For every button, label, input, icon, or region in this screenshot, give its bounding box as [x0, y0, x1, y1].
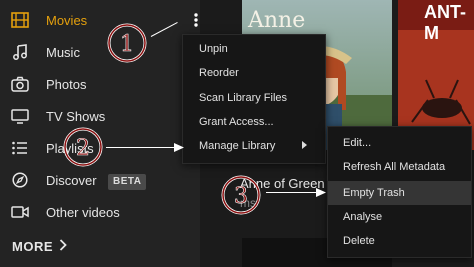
sidebar-item-label: Photos [46, 76, 87, 92]
annotation-step-1-label: 1 [120, 32, 134, 57]
menu-item-grant-access[interactable]: Grant Access... [183, 110, 325, 134]
menu-item-reorder[interactable]: Reorder [183, 61, 325, 85]
menu-item-label: Scan Library Files [199, 92, 288, 104]
sidebar-item-label: TV Shows [46, 108, 106, 124]
annotation-step-3-label: 3 [234, 184, 248, 209]
menu-item-label: Refresh All Metadata [343, 161, 446, 173]
poster-title: ANT-M [424, 2, 466, 43]
sidebar-item-label: Movies [46, 12, 88, 28]
arrowhead-icon [316, 188, 326, 197]
menu-item-manage-library[interactable]: Manage Library [183, 134, 325, 158]
more-button[interactable]: MORE [12, 239, 67, 254]
menu-item-label: Unpin [199, 43, 228, 55]
sidebar-item-label: Other videos [46, 204, 120, 220]
list-icon [10, 138, 30, 158]
annotation-arrow [266, 192, 322, 193]
menu-item-label: Reorder [199, 67, 239, 79]
arrowhead-icon [174, 143, 184, 152]
menu-item-analyse[interactable]: Analyse [328, 205, 471, 229]
poster-title: Anne [248, 8, 306, 33]
sidebar-item-other-videos[interactable]: Other videos [0, 196, 200, 228]
more-label: MORE [12, 239, 53, 254]
sidebar-item-movies[interactable]: Movies [0, 4, 200, 36]
menu-item-empty-trash[interactable]: Empty Trash [328, 181, 471, 205]
compass-icon [10, 170, 30, 190]
sidebar-item-discover[interactable]: Discover [0, 164, 200, 196]
video-camera-icon [10, 202, 30, 222]
menu-item-label: Manage Library [199, 140, 276, 152]
menu-item-label: Empty Trash [343, 187, 405, 199]
menu-item-label: Grant Access... [199, 116, 274, 128]
tv-icon [10, 106, 30, 126]
annotation-step-1: 1 [107, 23, 147, 63]
annotation-step-3: 3 [221, 175, 261, 215]
menu-item-scan-library-files[interactable]: Scan Library Files [183, 86, 325, 110]
annotation-step-2: 2 [63, 127, 103, 167]
chevron-right-icon [59, 239, 67, 254]
menu-item-edit[interactable]: Edit... [328, 131, 471, 155]
menu-item-refresh-all-metadata[interactable]: Refresh All Metadata [328, 155, 471, 179]
menu-item-label: Edit... [343, 137, 372, 149]
menu-item-label: Delete [343, 235, 375, 247]
sidebar-item-label: Music [46, 44, 80, 60]
music-note-icon [10, 42, 30, 62]
sidebar-item-photos[interactable]: Photos [0, 68, 200, 100]
library-context-menu: Unpin Reorder Scan Library Files Grant A… [182, 34, 326, 164]
sidebar-item-label: Discover [46, 172, 97, 188]
menu-item-delete[interactable]: Delete [328, 229, 471, 253]
beta-badge: BETA [108, 174, 147, 190]
annotation-step-2-label: 2 [76, 136, 90, 161]
menu-item-unpin[interactable]: Unpin [183, 37, 325, 61]
submenu-arrow-icon [302, 141, 307, 149]
sidebar-item-music[interactable]: Music [0, 36, 200, 68]
annotation-arrow [106, 147, 180, 148]
manage-library-submenu: Edit... Refresh All Metadata Empty Trash… [327, 126, 472, 258]
menu-item-label: Analyse [343, 211, 383, 223]
camera-icon [10, 74, 30, 94]
film-icon [10, 10, 30, 30]
